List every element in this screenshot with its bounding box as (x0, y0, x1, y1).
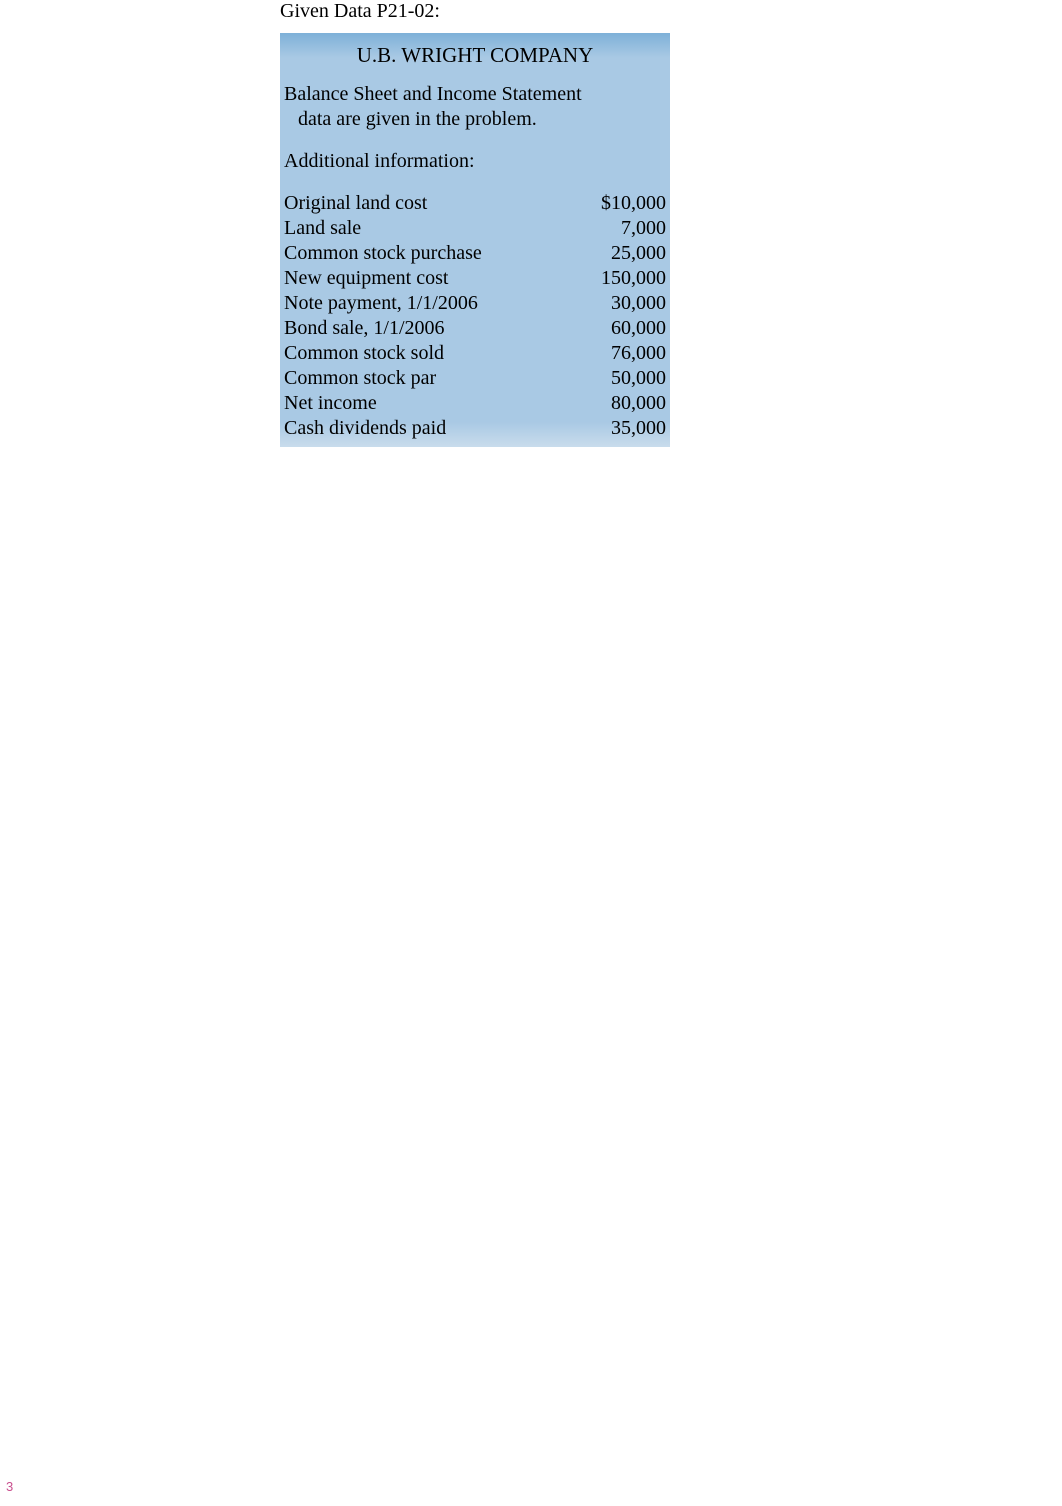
table-row: Note payment, 1/1/2006 30,000 (280, 291, 670, 316)
row-value: 50,000 (611, 366, 666, 391)
row-value: $10,000 (601, 191, 666, 216)
row-value: 76,000 (611, 341, 666, 366)
row-value: 80,000 (611, 391, 666, 416)
row-label: Net income (284, 391, 377, 416)
row-label: Cash dividends paid (284, 416, 446, 441)
table-row: Common stock sold 76,000 (280, 341, 670, 366)
info-line-2: data are given in the problem. (284, 107, 670, 132)
table-row: New equipment cost 150,000 (280, 266, 670, 291)
row-label: New equipment cost (284, 266, 448, 291)
table-row: Original land cost $10,000 (280, 191, 670, 216)
data-panel: U.B. WRIGHT COMPANY Balance Sheet and In… (280, 33, 670, 447)
table-row: Land sale 7,000 (280, 216, 670, 241)
row-value: 35,000 (611, 416, 666, 441)
info-block: Balance Sheet and Income Statement data … (280, 82, 670, 150)
row-value: 150,000 (601, 266, 666, 291)
table-row: Common stock par 50,000 (280, 366, 670, 391)
row-label: Common stock par (284, 366, 436, 391)
company-title: U.B. WRIGHT COMPANY (280, 41, 670, 82)
table-row: Cash dividends paid 35,000 (280, 416, 670, 441)
info-line-1: Balance Sheet and Income Statement (284, 82, 670, 107)
row-value: 25,000 (611, 241, 666, 266)
row-label: Original land cost (284, 191, 427, 216)
row-label: Common stock sold (284, 341, 444, 366)
table-row: Common stock purchase 25,000 (280, 241, 670, 266)
row-value: 7,000 (621, 216, 666, 241)
table-row: Bond sale, 1/1/2006 60,000 (280, 316, 670, 341)
row-value: 30,000 (611, 291, 666, 316)
page-number: 3 (0, 1479, 13, 1494)
row-value: 60,000 (611, 316, 666, 341)
row-label: Note payment, 1/1/2006 (284, 291, 478, 316)
row-label: Land sale (284, 216, 361, 241)
table-row: Net income 80,000 (280, 391, 670, 416)
additional-info-label: Additional information: (280, 150, 670, 191)
row-label: Common stock purchase (284, 241, 482, 266)
row-label: Bond sale, 1/1/2006 (284, 316, 445, 341)
page-heading: Given Data P21-02: (280, 0, 790, 33)
